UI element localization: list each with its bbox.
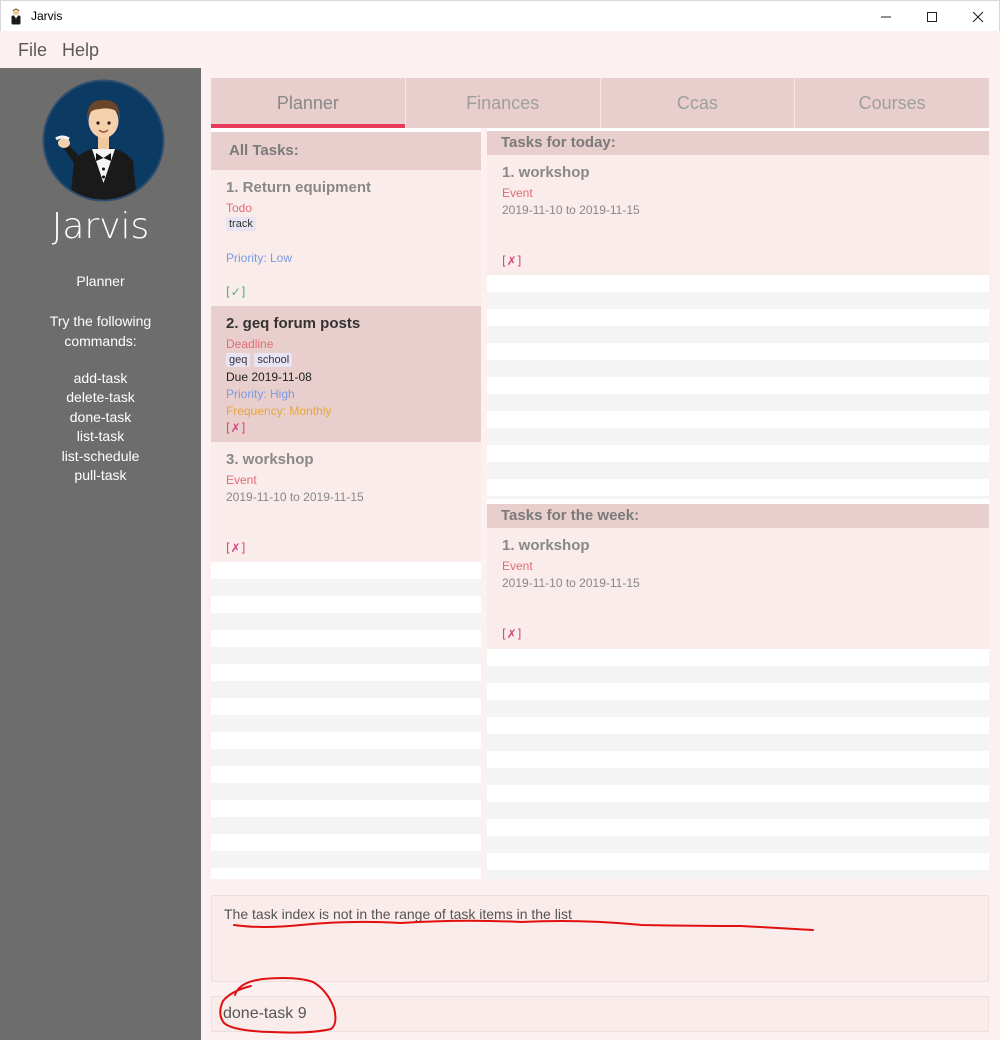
minimize-icon <box>881 16 891 17</box>
task-status: [✗] <box>226 421 246 435</box>
command-box[interactable] <box>211 996 989 1032</box>
week-header: Tasks for the week: <box>487 504 989 528</box>
today-header: Tasks for today: <box>487 131 989 155</box>
empty-list-area <box>211 562 481 879</box>
task-dates: 2019-11-10 to 2019-11-15 <box>226 490 364 504</box>
task-priority: Priority: Low <box>226 251 293 265</box>
task-dates: 2019-11-10 to 2019-11-15 <box>502 576 640 590</box>
tab-finances[interactable]: Finances <box>406 78 601 128</box>
task-tag: school <box>254 353 293 367</box>
task-card[interactable]: 2. geq forum posts Deadline geq school D… <box>211 306 481 442</box>
command-item: list-schedule <box>61 447 140 464</box>
task-status: [✗] <box>226 541 246 555</box>
butler-icon <box>11 8 21 25</box>
maximize-icon <box>927 11 937 22</box>
all-tasks-header: All Tasks: <box>211 132 481 170</box>
menu-help[interactable]: Help <box>62 40 99 61</box>
title-bar: Jarvis <box>0 0 1000 31</box>
task-tag: track <box>226 217 256 231</box>
window-title: Jarvis <box>31 9 63 23</box>
task-title: 1. workshop <box>502 537 590 554</box>
tab-courses[interactable]: Courses <box>795 78 989 128</box>
today-empty-area <box>487 275 989 499</box>
command-input[interactable] <box>213 998 987 1030</box>
task-status: [✗] <box>502 254 522 268</box>
menu-bar: File Help <box>0 31 1000 68</box>
task-due-date: Due 2019-11-08 <box>226 370 312 384</box>
command-list: add-task delete-task done-task list-task… <box>0 369 201 485</box>
command-item: add-task <box>73 370 128 386</box>
command-item: pull-task <box>74 467 127 484</box>
week-empty-area <box>487 649 989 879</box>
task-status: [✓] <box>226 285 246 299</box>
minimize-button[interactable] <box>863 1 909 32</box>
app-name: Jarvis <box>51 206 150 247</box>
result-display[interactable]: The task index is not in the range of ta… <box>211 895 989 982</box>
task-type: Event <box>226 473 257 487</box>
task-type: Event <box>502 186 533 200</box>
today-task-card[interactable]: 1. workshop Event 2019-11-10 to 2019-11-… <box>487 155 989 275</box>
avatar <box>42 79 165 202</box>
current-section: Planner <box>76 273 125 289</box>
task-card[interactable]: 1. Return equipment Todo track Priority:… <box>211 170 481 306</box>
task-card[interactable]: 3. workshop Event 2019-11-10 to 2019-11-… <box>211 442 481 562</box>
tab-ccas[interactable]: Ccas <box>601 78 796 128</box>
menu-file[interactable]: File <box>18 40 47 61</box>
command-item: list-task <box>76 428 125 445</box>
task-tag: geq <box>226 353 251 367</box>
maximize-button[interactable] <box>909 1 955 32</box>
command-item: done-task <box>69 408 132 425</box>
task-title: 1. Return equipment <box>226 179 372 196</box>
command-hint: Try the following commands: <box>49 313 152 349</box>
task-title: 1. workshop <box>502 164 590 181</box>
task-title: 3. workshop <box>226 451 314 468</box>
close-icon <box>972 11 984 22</box>
close-button[interactable] <box>955 1 1000 32</box>
task-type: Deadline <box>226 337 274 351</box>
task-status: [✗] <box>502 627 522 641</box>
all-tasks-panel[interactable]: All Tasks: 1. Return equipment Todo trac… <box>211 128 481 879</box>
task-type: Event <box>502 559 533 573</box>
task-frequency: Frequency: Monthly <box>226 404 332 418</box>
schedule-panel: Tasks for today: 1. workshop Event 2019-… <box>487 128 989 879</box>
tab-bar: Planner Finances Ccas Courses <box>211 78 989 128</box>
week-task-card[interactable]: 1. workshop Event 2019-11-10 to 2019-11-… <box>487 528 989 649</box>
task-type: Todo <box>226 201 253 215</box>
main-area: Planner Finances Ccas Courses All Tasks:… <box>201 68 1000 1040</box>
task-priority: Priority: High <box>226 387 295 401</box>
sidebar: Jarvis Planner Try the following command… <box>0 68 201 1040</box>
result-message: The task index is not in the range of ta… <box>224 906 572 922</box>
command-item: delete-task <box>66 389 135 406</box>
task-dates: 2019-11-10 to 2019-11-15 <box>502 203 640 217</box>
task-title: 2. geq forum posts <box>226 315 361 332</box>
tab-planner[interactable]: Planner <box>211 78 406 128</box>
